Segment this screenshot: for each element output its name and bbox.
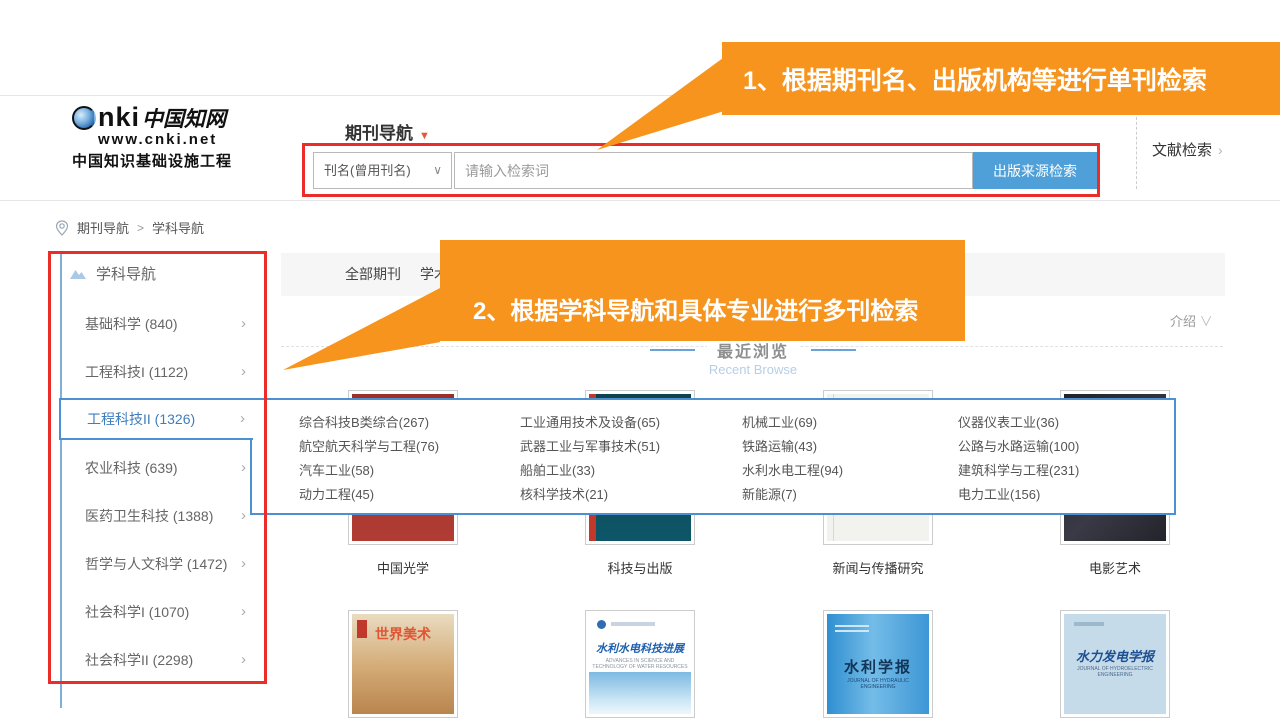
cover-title: 水力发电学报 <box>1064 646 1166 665</box>
logo-url: www.cnki.net <box>98 131 272 148</box>
breadcrumb-separator: > <box>137 221 144 235</box>
flyout-link[interactable]: 新能源(7) <box>742 483 843 507</box>
sidebar-item-basic-science[interactable]: 基础科学 (840) › <box>48 304 260 344</box>
flyout-link[interactable]: 核科学技术(21) <box>520 483 660 507</box>
intro-toggle[interactable]: 介绍 ∨ <box>1170 311 1213 330</box>
mountain-icon <box>70 268 86 279</box>
flyout-link[interactable]: 动力工程(45) <box>299 483 439 507</box>
annotation-banner-1: 1、根据期刊名、出版机构等进行单刊检索 <box>722 42 1280 115</box>
journal-cover-shijie-meishu[interactable]: 世界美术 <box>348 610 458 718</box>
chevron-right-icon: › <box>240 400 245 438</box>
sidebar-item-engineering-1[interactable]: 工程科技I (1122) › <box>48 352 260 392</box>
flyout-link[interactable]: 水利水电工程(94) <box>742 459 843 483</box>
globe-icon <box>72 106 96 130</box>
sidebar-item-medicine-health[interactable]: 医药卫生科技 (1388) › <box>48 496 260 536</box>
sidebar-title[interactable]: 学科导航 <box>70 263 156 284</box>
logo-subtitle: 中国知识基础设施工程 <box>72 150 272 171</box>
flyout-link[interactable]: 仪器仪表工业(36) <box>958 411 1079 435</box>
chevron-down-icon: ∨ <box>1200 314 1213 329</box>
chevron-right-icon: › <box>241 304 246 344</box>
journal-cover-shuili-xuebao[interactable]: 水利学报 JOURNAL OF HYDRAULIC ENGINEERING <box>823 610 933 718</box>
flyout-link[interactable]: 汽车工业(58) <box>299 459 439 483</box>
journal-name-link[interactable]: 电影艺术 <box>1035 558 1195 577</box>
flyout-link[interactable]: 航空航天科学与工程(76) <box>299 435 439 459</box>
breadcrumb-journal-nav[interactable]: 期刊导航 <box>77 218 129 237</box>
chevron-right-icon: › <box>241 448 246 488</box>
header-divider-bottom <box>0 200 1280 201</box>
journal-name-link[interactable]: 科技与出版 <box>560 558 720 577</box>
flyout-link[interactable]: 电力工业(156) <box>958 483 1079 507</box>
sidebar-item-engineering-2-active[interactable]: 工程科技II (1326) › <box>59 398 253 440</box>
location-pin-icon <box>55 220 69 236</box>
flyout-link[interactable]: 综合科技B类综合(267) <box>299 411 439 435</box>
logo-brand: nki <box>98 102 140 133</box>
recent-browse-subtitle: Recent Browse <box>281 362 1225 377</box>
sidebar-item-agriculture[interactable]: 农业科技 (639) › <box>48 448 260 488</box>
annotation-banner-2: 2、根据学科导航和具体专业进行多刊检索 <box>440 240 965 341</box>
sidebar-item-philosophy-humanities[interactable]: 哲学与人文科学 (1472) › <box>48 544 260 584</box>
cover-subtitle: ADVANCES IN SCIENCE AND TECHNOLOGY OF WA… <box>591 658 689 670</box>
sidebar-item-social-science-1[interactable]: 社会科学I (1070) › <box>48 592 260 632</box>
annotation-banner-1-arrow <box>597 58 723 150</box>
chevron-right-icon: › <box>241 496 246 536</box>
recent-browse-title: 最近浏览 <box>707 338 799 362</box>
breadcrumb-subject-nav[interactable]: 学科导航 <box>152 218 204 237</box>
journal-cover-shuili-fadian-xuebao[interactable]: 水力发电学报 JOURNAL OF HYDROELECTRIC ENGINEER… <box>1060 610 1170 718</box>
header-dashed-divider <box>1136 107 1137 189</box>
search-input[interactable] <box>454 152 973 189</box>
heading-bar-left <box>650 349 695 351</box>
cover-subtitle: JOURNAL OF HYDRAULIC ENGINEERING <box>829 678 927 690</box>
flyout-link[interactable]: 工业通用技术及设备(65) <box>520 411 660 435</box>
cover-title: 世界美术 <box>352 624 454 644</box>
flyout-link[interactable]: 铁路运输(43) <box>742 435 843 459</box>
heading-bar-right <box>811 349 856 351</box>
subject-flyout-panel: 综合科技B类综合(267) 航空航天科学与工程(76) 汽车工业(58) 动力工… <box>250 398 1176 515</box>
publication-source-search-button[interactable]: 出版来源检索 <box>973 152 1097 189</box>
search-field-select-value: 刊名(曾用刊名) <box>324 163 411 178</box>
breadcrumb: 期刊导航 > 学科导航 <box>55 218 204 237</box>
journal-nav-title[interactable]: 期刊导航▼ <box>345 119 430 144</box>
chevron-right-icon: › <box>241 592 246 632</box>
flyout-link[interactable]: 公路与水路运输(100) <box>958 435 1079 459</box>
chevron-right-icon: › <box>241 544 246 584</box>
search-field-select[interactable]: 刊名(曾用刊名) ∨ <box>313 152 452 189</box>
cnki-logo[interactable]: nki 中国知网 www.cnki.net 中国知识基础设施工程 <box>72 102 272 171</box>
cnki-journal-navigation-page: nki 中国知网 www.cnki.net 中国知识基础设施工程 期刊导航▼ 刊… <box>0 0 1280 720</box>
flyout-link[interactable]: 建筑科学与工程(231) <box>958 459 1079 483</box>
journal-name-link[interactable]: 新闻与传播研究 <box>798 558 958 577</box>
chevron-down-icon: ∨ <box>433 153 442 188</box>
cover-title: 水利学报 <box>827 656 929 677</box>
journal-name-link[interactable]: 中国光学 <box>323 558 483 577</box>
flyout-link[interactable]: 船舶工业(33) <box>520 459 660 483</box>
chevron-right-icon: › <box>241 352 246 392</box>
chevron-right-icon: › <box>241 640 246 680</box>
cover-subtitle: JOURNAL OF HYDROELECTRIC ENGINEERING <box>1066 666 1164 678</box>
sidebar-item-social-science-2[interactable]: 社会科学II (2298) › <box>48 640 260 680</box>
chevron-right-icon: › <box>1218 142 1223 158</box>
document-search-link[interactable]: 文献检索› <box>1152 139 1223 160</box>
flyout-link[interactable]: 机械工业(69) <box>742 411 843 435</box>
caret-down-icon: ▼ <box>419 130 430 142</box>
logo-cn-name: 中国知网 <box>142 103 226 133</box>
flyout-link[interactable]: 武器工业与军事技术(51) <box>520 435 660 459</box>
cover-title: 水利水电科技进展 <box>589 640 691 656</box>
journal-cover-shuili-shuidian-keji-jinzhan[interactable]: 水利水电科技进展 ADVANCES IN SCIENCE AND TECHNOL… <box>585 610 695 718</box>
tab-all-journals[interactable]: 全部期刊 <box>345 253 401 296</box>
